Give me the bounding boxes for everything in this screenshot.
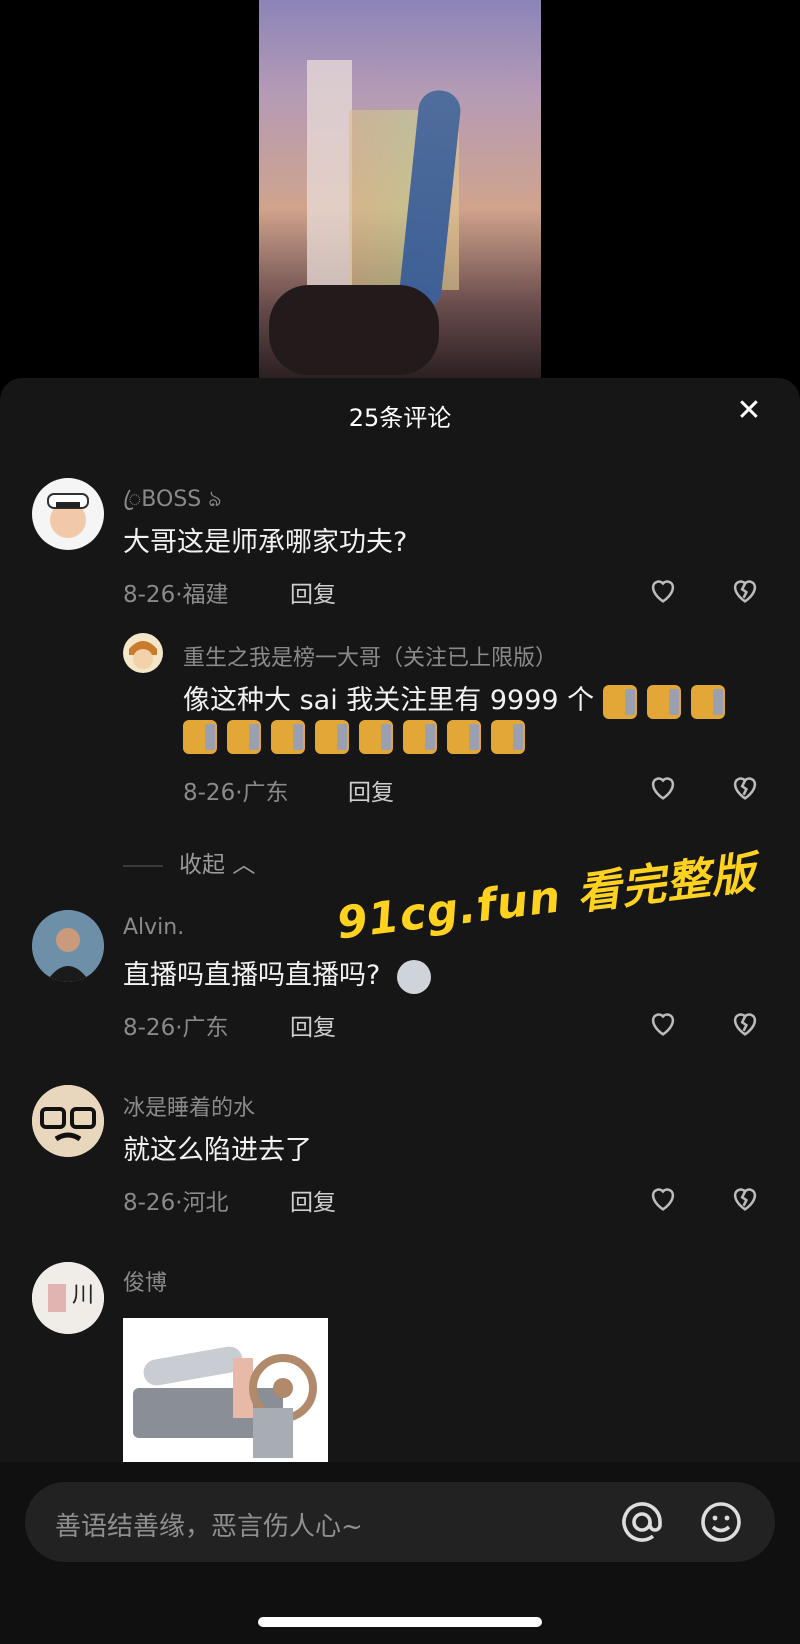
comment-date: 8-26·福建 [123,582,229,608]
emoji-icon [646,684,681,719]
broken-heart-icon[interactable] [728,573,762,607]
collapse-label: 收起 [179,852,225,878]
home-indicator[interactable] [258,1617,542,1627]
heart-icon[interactable] [646,770,680,804]
comment-text-body: 直播吗直播吗直播吗? [123,960,381,991]
comment-count-title: 25条评论 [348,404,452,432]
chevron-up-icon: ︿ [232,852,256,878]
comment-author[interactable]: 俊博 [123,1265,167,1297]
avatar[interactable] [123,633,163,673]
comment-date: 8-26·河北 [123,1190,229,1216]
reply-button[interactable]: 回复 [348,773,394,807]
emoji-icon[interactable] [697,1498,745,1546]
person-shape [269,285,439,375]
heart-icon[interactable] [646,1006,680,1040]
avatar[interactable] [32,478,104,550]
comment-author[interactable]: Alvin. [123,915,184,940]
comment-input[interactable]: 善语结善缘，恶言伤人心~ [25,1482,775,1562]
comment-text: 像这种大 sai 我关注里有 9999 个 [183,678,735,719]
broken-heart-icon[interactable] [728,770,762,804]
emoji-icon [359,720,393,754]
comment-text: 直播吗直播吗直播吗? [123,953,431,994]
emoji-icon [602,684,637,719]
emoji-icon [403,720,437,754]
reply-button[interactable]: 回复 [290,1008,336,1042]
emoji-row [183,720,535,754]
emoji-icon [315,720,349,754]
divider [123,864,163,867]
reply-button[interactable]: 回复 [290,1183,336,1217]
comment-date: 8-26·广东 [183,780,289,806]
comment-date: 8-26·广东 [123,1015,229,1041]
at-icon[interactable] [618,1498,666,1546]
avatar[interactable] [32,910,104,982]
reply-button[interactable]: 回复 [290,575,336,609]
heart-icon[interactable] [646,1181,680,1215]
comment-text: 大哥这是师承哪家功夫? [123,527,408,558]
husky-emoji-icon [396,959,431,994]
broken-heart-icon[interactable] [728,1181,762,1215]
comment-image[interactable] [123,1318,328,1463]
comment-text-body: 像这种大 sai 我关注里有 9999 个 [183,685,595,716]
emoji-icon [183,720,217,754]
avatar[interactable] [32,1085,104,1157]
projector-screen [307,60,352,320]
comment-input-placeholder: 善语结善缘，恶言伤人心~ [55,1512,363,1542]
emoji-icon [690,684,725,719]
emoji-icon [271,720,305,754]
close-icon[interactable]: ✕ [734,396,764,426]
avatar[interactable]: 川 [32,1262,104,1334]
comment-text: 就这么陷进去了 [123,1135,312,1166]
comment-author[interactable]: 重生之我是榜一大哥（关注已上限版） [183,640,557,672]
emoji-icon [227,720,261,754]
comment-sheet: 25条评论 ✕ [0,378,800,1644]
emoji-icon [491,720,525,754]
heart-icon[interactable] [646,573,680,607]
collapse-replies-button[interactable]: 收起 ︿ [123,845,255,879]
video-preview[interactable] [259,0,541,380]
comment-author[interactable]: 冰是睡着的水 [123,1090,255,1122]
emoji-icon [447,720,481,754]
broken-heart-icon[interactable] [728,1006,762,1040]
svg-text:川: 川 [72,1283,94,1308]
